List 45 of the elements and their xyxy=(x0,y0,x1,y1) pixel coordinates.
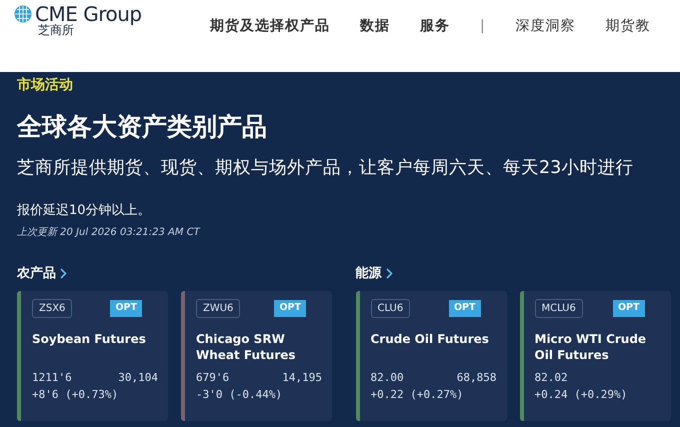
price-text: 82.02 xyxy=(534,370,568,386)
change-text: +0.24 (+0.29%) xyxy=(534,386,628,402)
option-tag: OPT xyxy=(274,300,306,317)
page-title: 全球各大资产类别产品 xyxy=(17,112,268,142)
nav-divider: | xyxy=(480,17,486,36)
option-tag: OPT xyxy=(612,300,644,317)
delay-note: 报价延迟10分钟以上。 xyxy=(17,202,152,220)
category-link[interactable]: 农产品 xyxy=(17,264,67,283)
nav-link[interactable]: 期货及选择权产品 xyxy=(210,16,330,37)
symbol-label: CLU6 xyxy=(370,299,410,318)
symbol-label: ZSX6 xyxy=(32,299,72,318)
chevron-right-icon xyxy=(386,268,392,279)
price-text: 679'6 xyxy=(196,370,230,386)
volume-text: 14,195 xyxy=(282,370,322,386)
symbol-label: ZWU6 xyxy=(196,299,240,318)
option-tag: OPT xyxy=(110,300,142,317)
contract-name: Crude Oil Futures xyxy=(370,332,490,348)
last-updated-text: 上次更新 20 Jul 2026 03:21:23 AM CT xyxy=(17,226,202,240)
eyebrow-label: 市场活动 xyxy=(17,78,73,92)
price-text: 1211'6 xyxy=(32,370,72,386)
globe-logo-icon xyxy=(14,5,32,23)
logo-subtitle: 芝商所 xyxy=(38,24,75,38)
nav-link[interactable]: 深度洞察 xyxy=(516,16,576,37)
volume-text: 68,858 xyxy=(456,370,496,386)
change-text: +8'6 (+0.73%) xyxy=(32,386,120,402)
nav-link[interactable]: 服务 xyxy=(420,16,450,37)
category-link[interactable]: 能源 xyxy=(356,264,392,283)
description-text: 芝商所提供期货、现货、期权与场外产品，让客户每周六天、每天23小时进行 xyxy=(17,158,634,179)
price-text: 82.00 xyxy=(370,370,404,386)
symbol-label: MCLU6 xyxy=(534,299,583,318)
change-text: -3'0 (-0.44%) xyxy=(196,386,284,402)
option-tag: OPT xyxy=(448,300,480,317)
quote-card[interactable]: ZSX6 OPT Soybean Futures 1211'6 30,104 +8'6 (+0.73%) xyxy=(17,291,168,421)
nav-link[interactable]: 数据 xyxy=(360,16,390,37)
contract-name: Micro WTI Crude Oil Futures xyxy=(534,332,648,364)
quote-card[interactable]: MCLU6 OPT Micro WTI Crude Oil Futures 82.02 +0.24 (+0.29%) xyxy=(520,291,670,421)
quote-card[interactable]: ZWU6 OPT Chicago SRW Wheat Futures 679'6 14,195 -3'0 (-0.44%) xyxy=(181,291,332,421)
nav-link[interactable]: 期货教 xyxy=(606,16,651,37)
quote-card[interactable]: CLU6 OPT Crude Oil Futures 82.00 68,858 +0.22 (+0.27%) xyxy=(356,291,506,421)
contract-name: Chicago SRW Wheat Futures xyxy=(196,332,297,364)
volume-text: 30,104 xyxy=(118,370,158,386)
chevron-right-icon xyxy=(60,268,67,279)
contract-name: Soybean Futures xyxy=(32,332,147,348)
logo-text[interactable]: CME Group xyxy=(35,4,142,24)
change-text: +0.22 (+0.27%) xyxy=(370,386,464,402)
